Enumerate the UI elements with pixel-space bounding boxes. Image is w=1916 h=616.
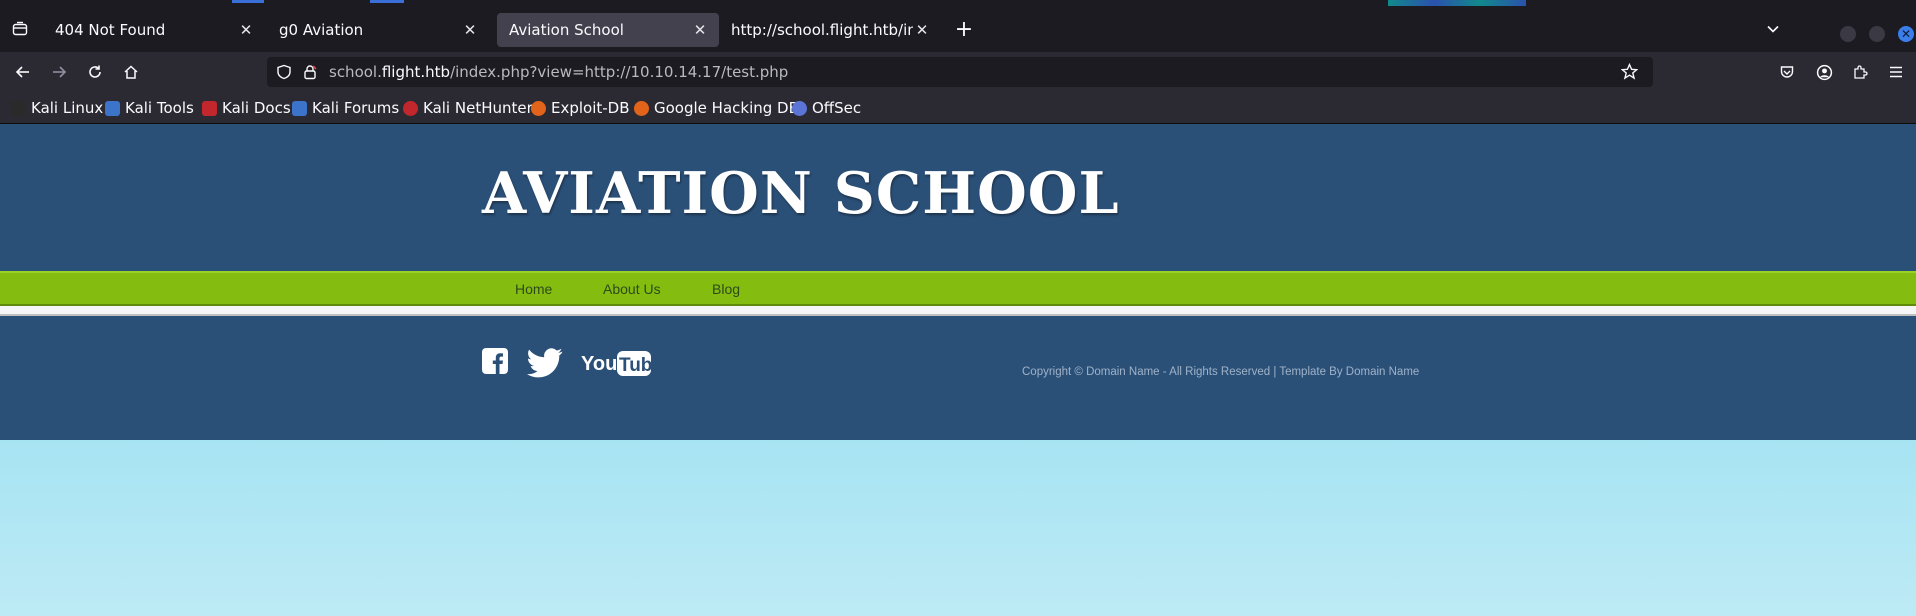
forward-arrow-icon[interactable] xyxy=(45,58,73,86)
url-host: flight.htb xyxy=(381,63,451,81)
tab-label: Aviation School xyxy=(509,21,624,39)
tab-label: 404 Not Found xyxy=(55,21,166,39)
maximize-window-button[interactable] xyxy=(1869,26,1885,42)
tab-label: http://school.flight.htb/index.php?view=… xyxy=(731,21,913,39)
bookmark-label: Kali Docs xyxy=(222,99,291,117)
site-title: AVIATION SCHOOL xyxy=(482,160,1120,227)
extensions-icon[interactable] xyxy=(1846,58,1874,86)
bookmark-label: Kali NetHunter xyxy=(423,99,533,117)
twitter-icon[interactable] xyxy=(525,348,565,378)
close-tab-icon[interactable]: ✕ xyxy=(691,21,709,39)
copyright-text: Copyright © Domain Name - All Rights Res… xyxy=(1022,366,1420,378)
site-menu: Home About Us Blog xyxy=(0,271,1916,306)
offsec-icon xyxy=(792,100,807,116)
page-viewport: AVIATION SCHOOL Home About Us Blog You Tu… xyxy=(0,124,1916,616)
kali-forums-icon xyxy=(292,100,307,116)
url-prefix: school. xyxy=(329,63,382,81)
bookmark-exploit-db[interactable]: Exploit-DB xyxy=(531,98,630,118)
kali-dragon-icon xyxy=(11,100,26,116)
bookmark-label: Exploit-DB xyxy=(551,99,630,117)
tab-label: g0 Aviation xyxy=(279,21,364,39)
bookmark-kali-tools[interactable]: Kali Tools xyxy=(105,98,194,118)
address-bar[interactable]: school.flight.htb/index.php?view=http://… xyxy=(267,57,1653,87)
kali-docs-icon xyxy=(202,100,217,116)
workspace-indicator xyxy=(232,0,264,3)
tab-list-icon[interactable] xyxy=(6,15,34,43)
shield-icon[interactable] xyxy=(276,64,292,84)
tab-school-flight-url[interactable]: http://school.flight.htb/index.php?view=… xyxy=(719,13,941,47)
tab-aviation-school[interactable]: Aviation School ✕ xyxy=(497,13,719,47)
back-arrow-icon[interactable] xyxy=(9,58,37,86)
tab-strip: 404 Not Found ✕ g0 Aviation ✕ Aviation S… xyxy=(0,6,1916,52)
bookmark-google-hacking-db[interactable]: Google Hacking DB xyxy=(634,98,799,118)
navigation-toolbar: school.flight.htb/index.php?view=http://… xyxy=(0,52,1916,92)
new-tab-button[interactable]: + xyxy=(950,15,978,43)
svg-text:You: You xyxy=(581,353,617,375)
url-text[interactable]: school.flight.htb/index.php?view=http://… xyxy=(329,63,788,81)
lock-icon[interactable] xyxy=(302,64,318,84)
google-hacking-db-icon xyxy=(634,100,649,116)
svg-text:Tube: Tube xyxy=(619,355,655,376)
bookmark-label: Kali Tools xyxy=(125,99,194,117)
bookmark-kali-forums[interactable]: Kali Forums xyxy=(292,98,399,118)
tab-g0-aviation[interactable]: g0 Aviation ✕ xyxy=(267,13,489,47)
site-header: AVIATION SCHOOL xyxy=(0,124,1916,271)
hamburger-menu-icon[interactable] xyxy=(1882,58,1910,86)
site-footer: YouTube Copyright © Domain Name - All Ri… xyxy=(0,316,1916,440)
close-tab-icon[interactable]: ✕ xyxy=(237,21,255,39)
bookmark-label: OffSec xyxy=(812,99,862,117)
menu-item-home[interactable]: Home xyxy=(515,281,552,297)
pocket-icon[interactable] xyxy=(1773,58,1801,86)
bookmark-label: Kali Linux xyxy=(31,99,104,117)
url-path: /index.php?view=http://10.10.14.17/test.… xyxy=(450,63,789,81)
bookmark-kali-linux[interactable]: Kali Linux xyxy=(11,98,103,118)
bookmark-star-icon[interactable] xyxy=(1620,62,1639,84)
exploit-db-icon xyxy=(531,100,546,116)
menu-item-about-us[interactable]: About Us xyxy=(603,281,661,297)
facebook-icon[interactable] xyxy=(482,348,508,374)
close-window-button[interactable]: ✕ xyxy=(1898,26,1914,42)
bookmark-kali-nethunter[interactable]: Kali NetHunter xyxy=(403,98,533,118)
bookmark-offsec[interactable]: OffSec xyxy=(792,98,861,118)
bookmarks-toolbar: Kali Linux Kali Tools Kali Docs Kali For… xyxy=(0,92,1916,124)
kali-tools-icon xyxy=(105,100,120,116)
menu-item-blog[interactable]: Blog xyxy=(712,281,740,297)
bookmark-label: Kali Forums xyxy=(312,99,400,117)
close-tab-icon[interactable]: ✕ xyxy=(913,21,931,39)
tab-404-not-found[interactable]: 404 Not Found ✕ xyxy=(43,13,265,47)
bookmark-kali-docs[interactable]: Kali Docs xyxy=(202,98,291,118)
content-divider xyxy=(0,306,1916,316)
home-icon[interactable] xyxy=(117,58,145,86)
minimize-window-button[interactable] xyxy=(1840,26,1856,42)
bookmark-label: Google Hacking DB xyxy=(654,99,799,117)
kali-nethunter-icon xyxy=(403,100,418,116)
list-all-tabs-icon[interactable] xyxy=(1759,15,1787,43)
workspace-indicator xyxy=(370,0,404,3)
account-icon[interactable] xyxy=(1810,58,1838,86)
close-tab-icon[interactable]: ✕ xyxy=(461,21,479,39)
youtube-icon[interactable]: YouTube xyxy=(581,348,655,378)
reload-icon[interactable] xyxy=(81,58,109,86)
